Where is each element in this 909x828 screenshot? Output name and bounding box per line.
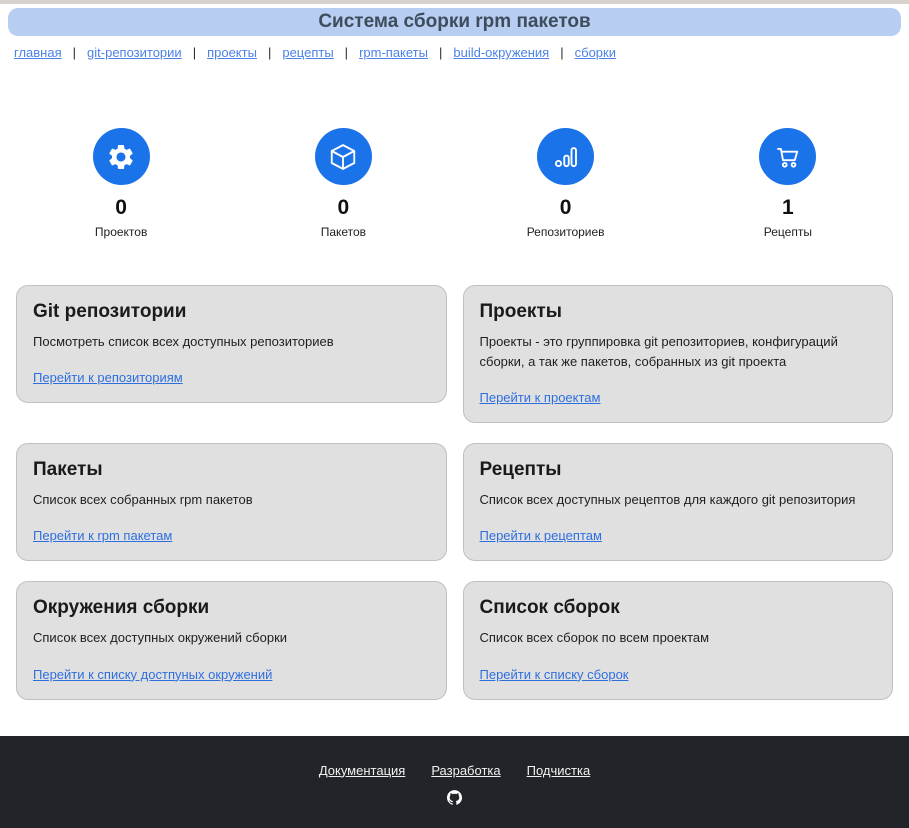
card-builds-list: Список сборок Список всех сборок по всем… — [463, 581, 894, 699]
top-strip — [0, 0, 909, 4]
nav-link-build-envs[interactable]: build-окружения — [453, 45, 549, 60]
card-git-repositories: Git репозитории Посмотреть список всех д… — [16, 285, 447, 403]
card-link-repositories[interactable]: Перейти к репозиториям — [33, 370, 183, 385]
stat-count-projects: 0 — [115, 197, 127, 218]
nav-link-rpm-packages[interactable]: rpm-пакеты — [359, 45, 428, 60]
card-title: Окружения сборки — [33, 597, 430, 619]
stat-recipes: 1 Рецепты — [677, 128, 899, 239]
page-title: Система сборки rpm пакетов — [318, 11, 590, 33]
card-link-rpm-packages[interactable]: Перейти к rpm пакетам — [33, 528, 172, 543]
card-link-environments[interactable]: Перейти к списку достпуных окружений — [33, 667, 272, 682]
main-nav: главная | git-репозитории | проекты | рецепты |… — [14, 45, 895, 60]
card-recipes: Рецепты Список всех доступных рецептов д… — [463, 443, 894, 561]
nav-separator: | — [73, 45, 76, 60]
footer-link-development[interactable]: Разработка — [431, 763, 500, 778]
nav-link-git-repos[interactable]: git-репозитории — [87, 45, 182, 60]
stat-count-packages: 0 — [338, 197, 350, 218]
nav-separator: | — [439, 45, 442, 60]
stat-label-projects: Проектов — [95, 225, 147, 239]
card-description: Список всех доступных рецептов для каждо… — [480, 490, 877, 510]
card-link-projects[interactable]: Перейти к проектам — [480, 390, 601, 405]
card-packages: Пакеты Список всех собранных rpm пакетов… — [16, 443, 447, 561]
footer-link-documentation[interactable]: Документация — [319, 763, 406, 778]
stat-label-repositories: Репозиториев — [527, 225, 605, 239]
card-title: Проекты — [480, 301, 877, 323]
nav-link-recipes[interactable]: рецепты — [282, 45, 333, 60]
card-projects: Проекты Проекты - это группировка git ре… — [463, 285, 894, 423]
stat-count-recipes: 1 — [782, 197, 794, 218]
app-header: Система сборки rpm пакетов — [8, 8, 901, 36]
nav-separator: | — [560, 45, 563, 60]
bar-chart-icon — [537, 128, 594, 185]
card-title: Рецепты — [480, 459, 877, 481]
nav-link-home[interactable]: главная — [14, 45, 62, 60]
footer-link-cleanup[interactable]: Подчистка — [527, 763, 591, 778]
nav-separator: | — [268, 45, 271, 60]
cards-grid: Git репозитории Посмотреть список всех д… — [16, 285, 893, 700]
card-description: Список всех собранных rpm пакетов — [33, 490, 430, 510]
gear-icon — [93, 128, 150, 185]
footer-links: Документация Разработка Подчистка — [319, 763, 590, 778]
stats-row: 0 Проектов 0 Пакетов 0 Репозиториев — [10, 128, 899, 239]
card-title: Пакеты — [33, 459, 430, 481]
card-title: Git репозитории — [33, 301, 430, 323]
nav-separator: | — [345, 45, 348, 60]
card-description: Проекты - это группировка git репозитори… — [480, 332, 877, 372]
nav-link-builds[interactable]: сборки — [575, 45, 616, 60]
cube-icon — [315, 128, 372, 185]
card-link-builds[interactable]: Перейти к списку сборок — [480, 667, 629, 682]
nav-link-projects[interactable]: проекты — [207, 45, 257, 60]
card-description: Посмотреть список всех доступных репозит… — [33, 332, 430, 352]
card-description: Список всех доступных окружений сборки — [33, 628, 430, 648]
stat-label-recipes: Рецепты — [764, 225, 812, 239]
stat-repositories: 0 Репозиториев — [455, 128, 677, 239]
nav-separator: | — [193, 45, 196, 60]
cart-icon — [759, 128, 816, 185]
stat-label-packages: Пакетов — [321, 225, 366, 239]
stat-count-repositories: 0 — [560, 197, 572, 218]
card-link-recipes[interactable]: Перейти к рецептам — [480, 528, 602, 543]
github-icon[interactable] — [447, 790, 462, 805]
card-title: Список сборок — [480, 597, 877, 619]
stat-packages: 0 Пакетов — [232, 128, 454, 239]
card-description: Список всех сборок по всем проектам — [480, 628, 877, 648]
card-build-environments: Окружения сборки Список всех доступных о… — [16, 581, 447, 699]
stat-projects: 0 Проектов — [10, 128, 232, 239]
footer: Документация Разработка Подчистка — [0, 736, 909, 828]
